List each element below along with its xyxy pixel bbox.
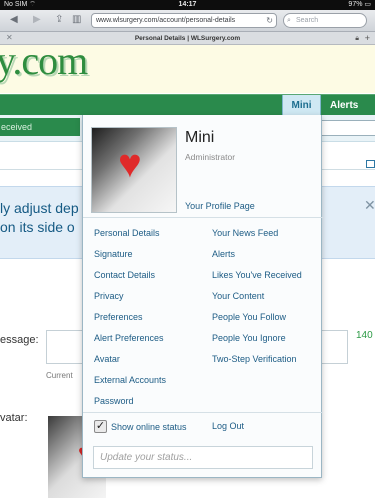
logout-link[interactable]: Log Out [212,421,244,431]
link-people-you-follow[interactable]: People You Follow [212,307,302,328]
character-count: 140 [356,330,373,341]
main-navbar: Mini Alerts [0,94,375,116]
search-placeholder: Search [296,17,319,24]
url-field[interactable]: www.wlsurgery.com/account/personal-detai… [91,13,277,28]
link-password[interactable]: Password [94,391,166,412]
url-text: www.wlsurgery.com/account/personal-detai… [96,17,236,24]
plus-icon[interactable]: + [365,32,370,45]
share-icon[interactable]: ⇪ [55,14,63,26]
link-personal-details[interactable]: Personal Details [94,223,166,244]
link-two-step-verification[interactable]: Two-Step Verification [212,349,302,370]
divider [83,217,323,218]
profile-page-link[interactable]: Your Profile Page [185,201,255,211]
search-icon: ⌕ [287,17,291,24]
link-news-feed[interactable]: Your News Feed [212,223,302,244]
site-logo[interactable]: y.com [0,45,88,84]
lock-icon: 🔒︎ [355,35,359,42]
show-online-label[interactable]: Show online status [111,422,187,432]
search-box[interactable] [320,120,375,136]
forward-arrow-icon[interactable]: ▶ [33,14,41,26]
link-alerts[interactable]: Alerts [212,244,302,265]
current-status-label: Current [46,371,73,380]
battery-indicator: 97% ▭ [348,1,371,8]
back-arrow-icon[interactable]: ◀ [10,14,18,26]
browser-toolbar: ◀ ▶ ⇪ ▥ www.wlsurgery.com/account/person… [0,10,375,32]
link-privacy[interactable]: Privacy [94,286,166,307]
link-alert-preferences[interactable]: Alert Preferences [94,328,166,349]
external-link-icon[interactable] [366,160,375,168]
link-signature[interactable]: Signature [94,244,166,265]
account-links: Personal Details Signature Contact Detai… [94,223,166,412]
avatar-label: vatar: [0,412,28,424]
link-preferences[interactable]: Preferences [94,307,166,328]
nav-user-menu[interactable]: Mini [282,95,321,116]
link-people-you-ignore[interactable]: People You Ignore [212,328,302,349]
nav-alerts[interactable]: Alerts [322,95,375,116]
clock: 14:17 [178,1,197,8]
user-name[interactable]: Mini [185,129,214,147]
link-your-content[interactable]: Your Content [212,286,302,307]
site-header: y.com [0,45,375,93]
link-likes-received[interactable]: Likes You've Received [212,265,302,286]
avatar[interactable]: ♥ [91,127,177,213]
reload-icon[interactable]: ↻ [266,14,273,27]
subnav-tab[interactable]: eceived [0,118,80,136]
bookmarks-icon[interactable]: ▥ [72,14,81,26]
link-contact-details[interactable]: Contact Details [94,265,166,286]
status-bar: No SIM ⌔ 14:17 97% ▭ [0,0,375,10]
divider [83,412,323,413]
activity-links: Your News Feed Alerts Likes You've Recei… [212,223,302,370]
tab-title: Personal Details | WLSurgery.com [134,35,241,42]
browser-search-input[interactable]: ⌕ Search [283,13,367,28]
user-menu-popup: ♥ Mini Administrator Your Profile Page P… [82,115,323,478]
close-icon[interactable]: ✕ [364,197,375,214]
link-avatar[interactable]: Avatar [94,349,166,370]
heart-icon: ♥ [118,142,142,186]
notice-text-line-2: on its side o [0,219,75,235]
show-online-checkbox[interactable]: ✓ [94,420,107,433]
status-update-input[interactable] [93,446,313,469]
message-label: essage: [0,334,39,346]
browser-tab[interactable]: ✕ Personal Details | WLSurgery.com 🔒︎ + [0,32,375,45]
user-role: Administrator [185,152,236,162]
link-external-accounts[interactable]: External Accounts [94,370,166,391]
